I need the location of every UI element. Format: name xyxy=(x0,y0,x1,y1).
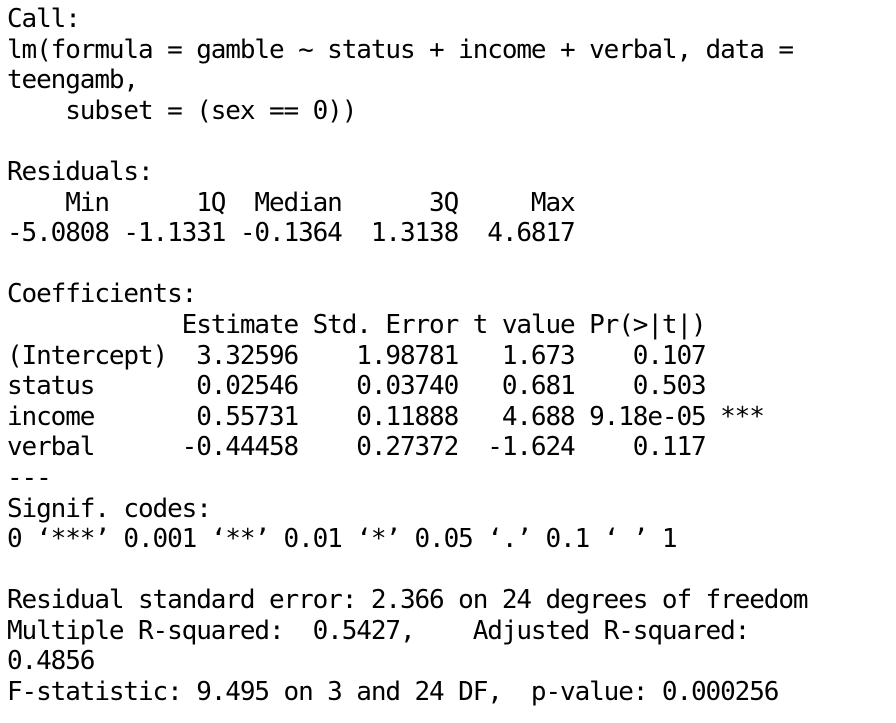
coefficient-row-verbal: verbal -0.44458 0.27372 -1.624 0.117 xyxy=(7,432,707,463)
coefficient-row-intercept: (Intercept) 3.32596 1.98781 1.673 0.107 xyxy=(7,340,707,371)
signif-codes-legend: 0 ‘***’ 0.001 ‘**’ 0.01 ‘*’ 0.05 ‘.’ 0.1… xyxy=(7,524,678,555)
adjusted-r-squared-value: 0.4856 xyxy=(7,646,95,677)
signif-codes-heading: Signif. codes: xyxy=(7,493,212,524)
r-console-output: Call: lm(formula = gamble ~ status + inco… xyxy=(7,4,893,708)
separator-line: --- xyxy=(7,462,52,493)
coefficients-heading: Coefficients: xyxy=(7,279,197,310)
f-statistic-line: F-statistic: 9.495 on 3 and 24 DF, p-val… xyxy=(7,677,779,708)
call-subset-line: subset = (sex == 0)) xyxy=(7,95,357,126)
residuals-header-row: Min 1Q Median 3Q Max xyxy=(7,187,575,218)
residual-standard-error-line: Residual standard error: 2.366 on 24 deg… xyxy=(7,585,809,616)
call-heading: Call: xyxy=(7,4,81,34)
r-squared-line: Multiple R-squared: 0.5427, Adjusted R-s… xyxy=(7,615,750,646)
call-formula-line-2: teengamb, xyxy=(7,65,139,96)
coefficient-row-status: status 0.02546 0.03740 0.681 0.503 xyxy=(7,371,707,402)
call-formula-line-1: lm(formula = gamble ~ status + income + … xyxy=(7,34,794,65)
coefficients-header-row: Estimate Std. Error t value Pr(>|t|) xyxy=(7,309,707,340)
residuals-heading: Residuals: xyxy=(7,156,154,187)
coefficient-row-income: income 0.55731 0.11888 4.688 9.18e-05 **… xyxy=(7,401,765,432)
residuals-values-row: -5.0808 -1.1331 -0.1364 1.3138 4.6817 xyxy=(7,218,576,249)
